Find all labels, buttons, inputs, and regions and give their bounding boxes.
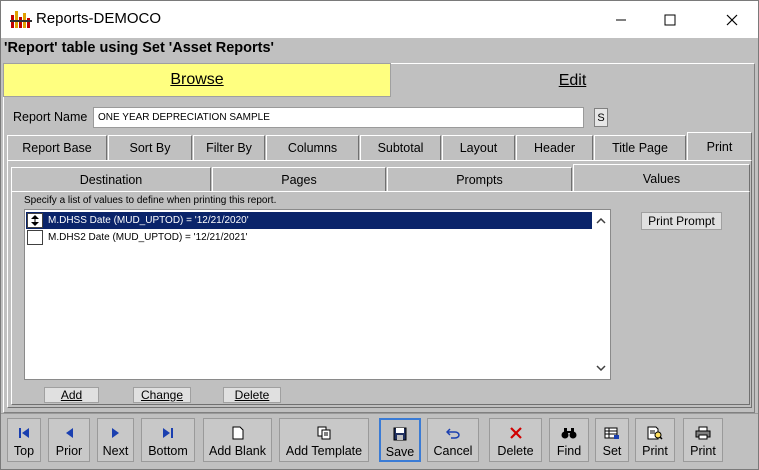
- s-button[interactable]: S: [594, 108, 608, 127]
- bottom-label: Bottom: [148, 444, 188, 458]
- prior-label: Prior: [55, 444, 83, 458]
- list-item[interactable]: M.DHSS Date (MUD_UPTOD) = '12/21/2020': [26, 212, 593, 229]
- tab-destination[interactable]: Destination: [11, 167, 211, 192]
- minimize-icon: [616, 19, 626, 20]
- row-handle[interactable]: [27, 230, 43, 245]
- print-preview-icon: [647, 426, 663, 440]
- up-down-arrow-icon: [31, 215, 39, 226]
- top-label: Top: [13, 444, 35, 458]
- tab-print[interactable]: Print: [687, 132, 752, 161]
- cancel-label: Cancel: [433, 444, 473, 458]
- report-name-label: Report Name: [13, 110, 88, 124]
- blank-page-icon: [232, 426, 243, 440]
- delete-record-button[interactable]: Delete: [489, 418, 542, 462]
- tab-layout[interactable]: Layout: [442, 135, 515, 160]
- printer-icon: [695, 426, 711, 440]
- row-handle[interactable]: [27, 213, 43, 228]
- report-name-input[interactable]: ONE YEAR DEPRECIATION SAMPLE: [93, 107, 584, 128]
- close-button[interactable]: [709, 1, 755, 38]
- previous-icon: [66, 428, 73, 438]
- change-button[interactable]: Change: [133, 387, 191, 403]
- tab-subtotal[interactable]: Subtotal: [360, 135, 441, 160]
- delete-value-button[interactable]: Delete: [223, 387, 281, 403]
- top-button[interactable]: Top: [7, 418, 41, 462]
- tab-prompts[interactable]: Prompts: [387, 167, 572, 192]
- add-template-label: Add Template: [285, 444, 363, 458]
- list-item-text: M.DHSS Date (MUD_UPTOD) = '12/21/2020': [48, 215, 249, 226]
- next-label: Next: [102, 444, 129, 458]
- tab-header[interactable]: Header: [516, 135, 593, 160]
- save-label: Save: [385, 445, 415, 459]
- tab-values[interactable]: Values: [573, 164, 750, 192]
- tab-pages[interactable]: Pages: [212, 167, 386, 192]
- app-logo-icon: [10, 11, 32, 28]
- tab-browse[interactable]: Browse: [3, 63, 391, 97]
- add-blank-label: Add Blank: [209, 444, 266, 458]
- minimize-button[interactable]: [598, 1, 644, 38]
- list-item-text: M.DHS2 Date (MUD_UPTOD) = '12/21/2021': [48, 232, 248, 243]
- tab-filter-by[interactable]: Filter By: [193, 135, 265, 160]
- window-title: Reports-DEMOCO: [36, 10, 162, 27]
- copy-template-icon: [317, 426, 331, 440]
- next-button[interactable]: Next: [97, 418, 134, 462]
- scroll-up-button[interactable]: [595, 215, 607, 227]
- next-icon: [111, 428, 119, 438]
- delete-label: Delete: [497, 444, 534, 458]
- print-button[interactable]: Print: [683, 418, 723, 462]
- vertical-scrollbar[interactable]: [592, 210, 610, 379]
- tab-report-base[interactable]: Report Base: [7, 135, 107, 160]
- binoculars-icon: [561, 428, 577, 439]
- tab-columns[interactable]: Columns: [266, 135, 359, 160]
- list-item[interactable]: M.DHS2 Date (MUD_UPTOD) = '12/21/2021': [26, 229, 593, 246]
- print-preview-label: Print: [642, 444, 668, 458]
- cancel-button[interactable]: Cancel: [427, 418, 479, 462]
- set-label: Set: [602, 444, 622, 458]
- values-list[interactable]: M.DHSS Date (MUD_UPTOD) = '12/21/2020' M…: [24, 209, 611, 380]
- first-record-icon: [19, 428, 29, 438]
- maximize-icon: [664, 14, 676, 25]
- table-set-icon: [604, 427, 619, 439]
- last-record-icon: [163, 428, 173, 438]
- table-caption: 'Report' table using Set 'Asset Reports': [4, 40, 275, 56]
- print-label: Print: [690, 444, 716, 458]
- prior-button[interactable]: Prior: [48, 418, 90, 462]
- find-label: Find: [556, 444, 582, 458]
- undo-icon: [446, 428, 460, 439]
- chevron-down-icon: [596, 365, 606, 371]
- tab-sort-by[interactable]: Sort By: [108, 135, 192, 160]
- chevron-up-icon: [596, 218, 606, 224]
- maximize-button[interactable]: [647, 1, 693, 38]
- print-preview-button[interactable]: Print: [635, 418, 675, 462]
- tab-edit[interactable]: Edit: [391, 63, 755, 97]
- save-button[interactable]: Save: [379, 418, 421, 462]
- scroll-down-button[interactable]: [595, 362, 607, 374]
- close-icon: [726, 14, 738, 25]
- bottom-button[interactable]: Bottom: [141, 418, 195, 462]
- values-hint: Specify a list of values to define when …: [24, 195, 277, 206]
- delete-x-icon: [509, 427, 522, 439]
- tab-title-page[interactable]: Title Page: [594, 135, 686, 160]
- add-template-button[interactable]: Add Template: [279, 418, 369, 462]
- set-button[interactable]: Set: [595, 418, 629, 462]
- title-bar: Reports-DEMOCO: [1, 1, 758, 38]
- add-button[interactable]: Add: [44, 387, 99, 403]
- find-button[interactable]: Find: [549, 418, 589, 462]
- floppy-disk-icon: [393, 427, 407, 441]
- add-blank-button[interactable]: Add Blank: [203, 418, 272, 462]
- reports-window: Reports-DEMOCO 'Report' table using Set …: [0, 0, 759, 470]
- print-prompt-button[interactable]: Print Prompt: [641, 212, 722, 230]
